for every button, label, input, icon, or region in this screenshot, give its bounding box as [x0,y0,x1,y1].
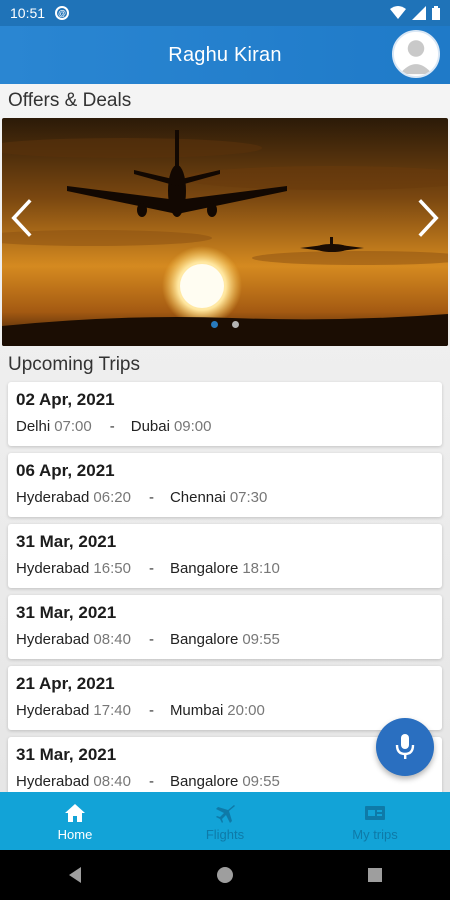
data-saver-icon: @ [55,6,70,20]
carousel-prev-button[interactable] [6,198,38,238]
signal-icon [412,6,426,20]
trip-to-time: 20:00 [227,702,265,719]
trip-separator: - [148,773,154,790]
trip-from-time: 08:40 [93,631,131,648]
bottom-navigation: Home Flights My trips [0,792,450,850]
trip-to-time: 09:55 [242,631,280,648]
trip-to-city: Mumbai [169,702,224,719]
chevron-right-icon [418,199,439,237]
trip-from-city: Delhi [16,418,51,435]
trip-separator: - [148,489,154,506]
trip-from-time: 06:20 [93,489,131,506]
back-icon[interactable] [67,866,83,884]
home-icon [65,803,85,822]
system-navigation-bar [0,850,450,900]
trip-date: 31 Mar, 2021 [16,603,117,622]
offers-carousel[interactable] [2,118,448,346]
user-name-title: Raghu Kiran [168,43,282,66]
trip-to-time: 07:30 [229,489,268,506]
nav-my-trips-label: My trips [352,826,398,842]
trip-from-city: Hyderabad [16,631,90,648]
chevron-left-icon [11,199,32,237]
trip-from-city: Hyderabad [16,773,90,790]
trip-to-city: Bangalore [169,560,239,577]
trip-route: Hyderabad 17:40 - Mumbai 20:00 [16,702,434,719]
status-bar: 10:51 @ [0,0,450,26]
trip-to-time: 18:10 [242,560,280,577]
trip-separator: - [109,418,115,435]
trip-to-city: Bangalore [169,773,239,790]
carousel-dot[interactable] [232,321,239,328]
nav-home-label: Home [57,826,93,842]
trip-card[interactable]: 21 Apr, 2021 Hyderabad 17:40 - Mumbai 20… [8,666,442,730]
trip-from-time: 17:40 [93,702,131,719]
nav-my-trips[interactable]: My trips [300,792,450,850]
voice-search-button[interactable] [376,718,434,776]
avatar[interactable] [392,30,440,78]
trip-date: 21 Apr, 2021 [16,674,115,693]
trip-route: Hyderabad 06:20 - Chennai 07:30 [16,489,434,506]
carousel-indicators [2,321,448,328]
trip-route: Delhi 07:00 - Dubai 09:00 [16,418,434,435]
trip-route: Hyderabad 08:40 - Bangalore 09:55 [16,773,434,790]
battery-icon [432,6,440,20]
nav-home[interactable]: Home [0,792,150,850]
offers-title: Offers & Deals [8,90,132,111]
trip-from-city: Hyderabad [16,489,90,506]
trip-from-time: 08:40 [93,773,131,790]
trip-to-time: 09:55 [242,773,280,790]
trip-from-city: Hyderabad [16,560,90,577]
trip-card[interactable]: 02 Apr, 2021 Delhi 07:00 - Dubai 09:00 [8,382,442,446]
trip-from-city: Hyderabad [16,702,90,719]
trip-date: 31 Mar, 2021 [16,745,117,764]
status-time: 10:51 [10,5,46,21]
trip-separator: - [148,702,154,719]
trip-to-city: Dubai [130,418,170,435]
carousel-dot[interactable] [211,321,218,328]
trip-card[interactable]: 06 Apr, 2021 Hyderabad 06:20 - Chennai 0… [8,453,442,517]
ticket-icon [365,805,385,820]
wifi-icon [390,6,406,19]
status-icons [390,6,440,20]
trip-date: 02 Apr, 2021 [16,390,115,409]
trip-separator: - [148,631,154,648]
recents-icon[interactable] [367,867,383,883]
trip-separator: - [148,560,154,577]
home-button-icon[interactable] [216,866,234,884]
trip-to-city: Chennai [169,489,226,506]
app-bar: Raghu Kiran [0,26,450,84]
trip-route: Hyderabad 16:50 - Bangalore 18:10 [16,560,434,577]
main-content[interactable]: Offers & Deals Upcoming Trips 02 Apr, 20… [0,84,450,792]
trip-route: Hyderabad 08:40 - Bangalore 09:55 [16,631,434,648]
trip-date: 06 Apr, 2021 [16,461,115,480]
airplane-icon [216,804,235,823]
trip-date: 31 Mar, 2021 [16,532,117,551]
user-avatar-icon [394,32,438,76]
carousel-next-button[interactable] [412,198,444,238]
trip-card[interactable]: 31 Mar, 2021 Hyderabad 08:40 - Bangalore… [8,595,442,659]
trip-from-time: 16:50 [93,560,131,577]
trip-card[interactable]: 31 Mar, 2021 Hyderabad 16:50 - Bangalore… [8,524,442,588]
upcoming-trips-title: Upcoming Trips [8,354,140,375]
trip-from-time: 07:00 [54,418,92,435]
microphone-icon [395,734,415,759]
nav-flights-label: Flights [205,826,245,842]
nav-flights[interactable]: Flights [150,792,300,850]
trip-to-city: Bangalore [169,631,239,648]
offer-banner-image [2,118,448,346]
trip-to-time: 09:00 [173,418,212,435]
